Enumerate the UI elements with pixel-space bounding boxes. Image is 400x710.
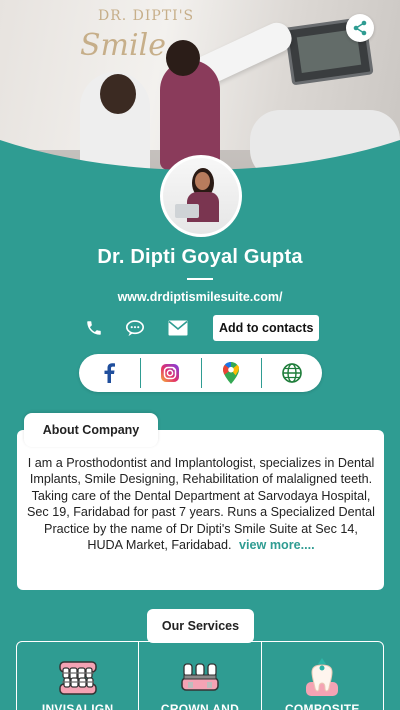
share-icon — [353, 20, 367, 36]
avatar — [160, 155, 242, 237]
tooth-filling-icon — [306, 658, 339, 696]
facebook-icon — [104, 363, 116, 383]
email-icon[interactable] — [166, 316, 190, 340]
braces-teeth-icon — [58, 661, 97, 695]
name-divider — [187, 278, 213, 280]
facebook-link[interactable] — [79, 354, 140, 392]
profile-name: Dr. Dipti Goyal Gupta — [97, 246, 303, 268]
service-invisalign[interactable]: INVISALIGN — [17, 642, 140, 710]
service-composite[interactable]: COMPOSITE — [262, 642, 383, 710]
crown-bridge-icon — [181, 663, 219, 691]
instagram-icon — [161, 364, 180, 382]
service-label: CROWN AND — [160, 702, 240, 710]
clinic-sign-line1: DR. DIPTI'S — [98, 8, 195, 24]
assistant-head — [166, 40, 200, 76]
service-label: COMPOSITE — [284, 702, 360, 710]
add-to-contacts-button[interactable]: Add to contacts — [213, 315, 320, 341]
phone-icon[interactable] — [82, 316, 106, 340]
service-crown-and[interactable]: CROWN AND — [139, 642, 262, 710]
share-button[interactable] — [346, 14, 374, 42]
instagram-link[interactable] — [139, 354, 201, 392]
website-globe-icon — [281, 363, 302, 383]
about-title: About Company — [24, 413, 158, 447]
contact-actions: Add to contacts — [80, 314, 320, 342]
website-link[interactable]: www.drdiptismilesuite.com/ — [0, 290, 400, 304]
about-body: I am a Prosthodontist and Implantologist… — [27, 456, 375, 553]
chat-icon[interactable] — [123, 316, 147, 340]
social-links-bar — [79, 354, 322, 392]
about-text: I am a Prosthodontist and Implantologist… — [26, 455, 376, 553]
services-grid: INVISALIGN CROWN AND COMPOSITE — [16, 641, 384, 710]
google-maps-link[interactable] — [200, 354, 262, 392]
google-maps-icon — [222, 362, 239, 384]
avatar-photo — [163, 158, 239, 234]
website-link-icon[interactable] — [261, 354, 322, 392]
view-more-link[interactable]: view more.... — [239, 538, 315, 552]
service-label: INVISALIGN — [41, 702, 114, 710]
services-title: Our Services — [147, 609, 254, 643]
dentist-head — [100, 74, 136, 114]
clinic-sign-line2: Smile — [80, 28, 166, 63]
